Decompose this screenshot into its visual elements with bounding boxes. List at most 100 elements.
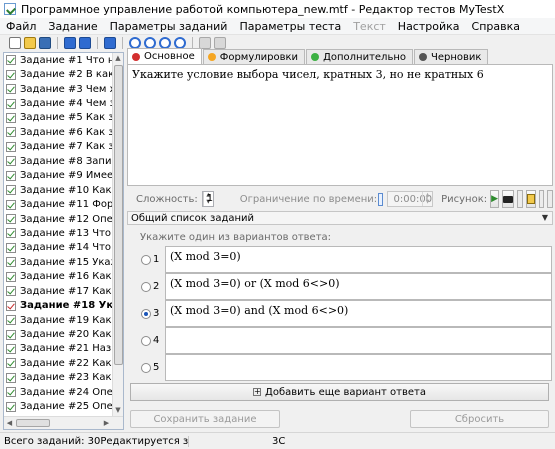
- new-document-icon[interactable]: [9, 37, 21, 49]
- menu-help[interactable]: Справка: [466, 20, 526, 33]
- scroll-down-icon[interactable]: ▼: [113, 405, 123, 416]
- answer-input[interactable]: (X mod 3=0): [165, 246, 552, 273]
- menu-test-params[interactable]: Параметры теста: [233, 20, 347, 33]
- task-list-item[interactable]: Задание #6 Как записы: [4, 125, 113, 139]
- menu-file[interactable]: Файл: [0, 20, 42, 33]
- checkmark-icon: [6, 242, 16, 253]
- picture-empty-button[interactable]: [517, 190, 523, 208]
- menu-task[interactable]: Задание: [42, 20, 103, 33]
- answer-radio[interactable]: [141, 255, 151, 265]
- reset-button[interactable]: Сбросить: [410, 410, 549, 428]
- task-list-item[interactable]: Задание #5 Как записы: [4, 111, 113, 125]
- task-group-select[interactable]: Общий список заданий ▼: [127, 211, 553, 225]
- picture-extra-button[interactable]: [547, 190, 553, 208]
- task-list-item[interactable]: Задание #4 Чем заканч: [4, 96, 113, 110]
- task-list-item[interactable]: Задание #17 Какая стро: [4, 284, 113, 298]
- task-list-item-label: Задание #17 Какая стро: [20, 285, 113, 297]
- task-list-item[interactable]: Задание #21 Назначени: [4, 342, 113, 356]
- camera-button[interactable]: [502, 190, 515, 208]
- scroll-left-icon[interactable]: ◀: [4, 417, 15, 429]
- delete-task-icon[interactable]: [104, 37, 116, 49]
- task-list-item[interactable]: Задание #12 Оператор: [4, 212, 113, 226]
- task-list-item[interactable]: Задание #16 Как запуст: [4, 270, 113, 284]
- tab-additional[interactable]: Дополнительно: [306, 49, 413, 64]
- answer-input[interactable]: (X mod 3=0) and (X mod 6<>0): [165, 300, 552, 327]
- load-picture-button[interactable]: ▶: [490, 190, 500, 208]
- question-editor[interactable]: Укажите условие выбора чисел, кратных 3,…: [127, 64, 553, 186]
- task-list-item[interactable]: Задание #7 Как записы: [4, 140, 113, 154]
- answer-radio[interactable]: [141, 282, 151, 292]
- tab-wordings[interactable]: Формулировки: [202, 49, 306, 64]
- time-limit-input[interactable]: 0:00:00 ▲ ▼: [386, 191, 434, 207]
- clipboard-icon: [526, 194, 535, 204]
- answer-row: 5: [127, 354, 553, 381]
- task-list-item[interactable]: Задание #1 Что называ: [4, 53, 113, 67]
- picture-extra-button[interactable]: [538, 190, 545, 208]
- checkmark-icon: [6, 300, 16, 311]
- answer-input[interactable]: [165, 354, 552, 381]
- task-list-item[interactable]: Задание #13 Что назыв: [4, 226, 113, 240]
- horizontal-scrollbar[interactable]: ◀ ▶: [4, 416, 123, 429]
- task-list-item[interactable]: Задание #20 Какой опе: [4, 327, 113, 341]
- scroll-thumb[interactable]: [114, 65, 123, 365]
- task-list-item[interactable]: Задание #18 Укажит: [4, 298, 113, 312]
- task-list-item[interactable]: Задание #14 Что опред: [4, 241, 113, 255]
- checkmark-icon: [6, 387, 16, 398]
- task-list-item[interactable]: Задание #2 В каком раз: [4, 67, 113, 81]
- task-list-item[interactable]: Задание #22 Какое знач: [4, 356, 113, 370]
- answer-radio-selected[interactable]: [141, 309, 151, 319]
- toolbar-separator: [122, 37, 123, 49]
- task-list-item-label: Задание #20 Какой опе: [20, 329, 113, 341]
- add-task-icon[interactable]: [64, 37, 76, 49]
- answer-number: 5: [153, 362, 160, 373]
- task-list-item-label: Задание #1 Что называ: [20, 54, 113, 66]
- task-list-item[interactable]: Задание #19 Какое знач: [4, 313, 113, 327]
- open-folder-icon[interactable]: [24, 37, 36, 49]
- task-list-item[interactable]: Задание #23 Какая стро: [4, 371, 113, 385]
- scroll-up-icon[interactable]: ▲: [113, 53, 123, 64]
- add-answer-button[interactable]: + Добавить еще вариант ответа: [130, 383, 549, 401]
- task-list-item[interactable]: Задание #8 Записать на: [4, 154, 113, 168]
- difficulty-label: Сложность:: [136, 193, 198, 205]
- scroll-right-icon[interactable]: ▶: [101, 417, 112, 429]
- menu-settings[interactable]: Настройка: [392, 20, 466, 33]
- time-spinner-arrows-icon[interactable]: ▲ ▼: [422, 192, 432, 206]
- answer-input[interactable]: (X mod 3=0) or (X mod 6<>0): [165, 273, 552, 300]
- checkmark-icon: [6, 84, 16, 95]
- task-list-item[interactable]: Задание #15 Укажите п: [4, 255, 113, 269]
- task-list-item[interactable]: Задание #24 Оператор: [4, 385, 113, 399]
- time-limit-checkbox[interactable]: [378, 192, 383, 206]
- task-list-item-label: Задание #24 Оператор: [20, 386, 113, 398]
- paste-picture-button[interactable]: [525, 190, 536, 208]
- task-list-item[interactable]: Задание #10 Как запис: [4, 183, 113, 197]
- answer-input[interactable]: [165, 327, 552, 354]
- checkmark-icon: [6, 401, 16, 412]
- task-list-item-label: Задание #18 Укажит: [20, 300, 113, 312]
- task-list-item[interactable]: Задание #3 Чем характ: [4, 82, 113, 96]
- answer-number: 1: [153, 254, 160, 265]
- task-list-item[interactable]: Задание #11 Формат по: [4, 197, 113, 211]
- menu-task-params[interactable]: Параметры заданий: [104, 20, 234, 33]
- scroll-thumb-horizontal[interactable]: [16, 419, 50, 427]
- insert-task-icon[interactable]: [79, 37, 91, 49]
- answer-row: 1 (X mod 3=0): [127, 246, 553, 273]
- checkmark-icon: [6, 271, 16, 282]
- camera-icon: [503, 195, 514, 203]
- save-icon[interactable]: [39, 37, 51, 49]
- tab-main[interactable]: Основное: [127, 48, 202, 64]
- task-list-item[interactable]: Задание #9 Имеется ус: [4, 169, 113, 183]
- menu-bar: Файл Задание Параметры заданий Параметры…: [0, 18, 555, 35]
- answer-number: 4: [153, 335, 160, 346]
- task-group-value: Общий список заданий: [131, 212, 255, 224]
- difficulty-spinner[interactable]: 1 ▲ ▼: [201, 191, 214, 207]
- task-list-item[interactable]: Задание #25 Оператор: [4, 400, 113, 414]
- answer-radio[interactable]: [141, 336, 151, 346]
- checkmark-icon: [6, 372, 16, 383]
- answer-row: 2 (X mod 3=0) or (X mod 6<>0): [127, 273, 553, 300]
- save-task-button[interactable]: Сохранить задание: [130, 410, 280, 428]
- answer-number: 2: [153, 281, 160, 292]
- chevron-down-icon[interactable]: ▼: [542, 213, 548, 222]
- answer-radio[interactable]: [141, 363, 151, 373]
- vertical-scrollbar[interactable]: ▲ ▼: [112, 53, 123, 416]
- tab-draft[interactable]: Черновик: [414, 49, 489, 64]
